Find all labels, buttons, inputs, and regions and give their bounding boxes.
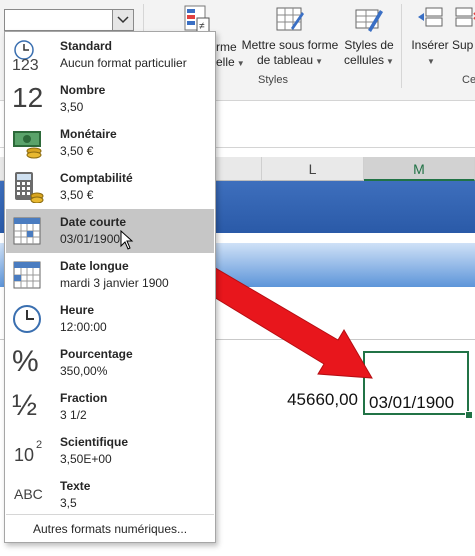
format-example: 3,50 bbox=[60, 100, 84, 114]
format-name: Date longue bbox=[60, 259, 129, 273]
format-example: 3,50 € bbox=[60, 144, 94, 158]
format-option-currency[interactable]: Monétaire 3,50 € bbox=[6, 121, 214, 165]
scientific-icon: 10 2 bbox=[12, 435, 44, 467]
format-example: mardi 3 janvier 1900 bbox=[60, 276, 169, 290]
format-option-fraction[interactable]: ½ Fraction 3 1/2 bbox=[6, 385, 214, 429]
currency-icon bbox=[13, 131, 42, 159]
clock-icon bbox=[13, 305, 41, 333]
dropdown-separator bbox=[6, 514, 214, 515]
format-example: 12:00:00 bbox=[60, 320, 107, 334]
percent-icon: % bbox=[12, 345, 39, 378]
format-example: 03/01/1900 bbox=[60, 232, 121, 246]
format-option-accounting[interactable]: Comptabilité 3,50 € bbox=[6, 165, 214, 209]
format-option-time[interactable]: Heure 12:00:00 bbox=[6, 297, 214, 341]
format-example: 3 1/2 bbox=[60, 408, 87, 422]
fraction-icon: ½ bbox=[12, 389, 38, 422]
format-example: 3,50E+00 bbox=[60, 452, 112, 466]
number-format-dropdown: 123 Standard Aucun format particulier 12… bbox=[4, 31, 216, 543]
format-option-percentage[interactable]: % Pourcentage 350,00% bbox=[6, 341, 214, 385]
format-name: Date courte bbox=[60, 215, 127, 229]
format-option-standard[interactable]: 123 Standard Aucun format particulier bbox=[6, 33, 214, 77]
format-example: 3,5 bbox=[60, 496, 77, 510]
format-name: Pourcentage bbox=[60, 347, 133, 361]
format-option-long-date[interactable]: Date longue mardi 3 janvier 1900 bbox=[6, 253, 214, 297]
format-option-scientific[interactable]: 10 2 Scientifique 3,50E+00 bbox=[6, 429, 214, 473]
format-name: Texte bbox=[60, 479, 91, 493]
format-option-number[interactable]: 12 Nombre 3,50 bbox=[6, 77, 214, 121]
format-example: 350,00% bbox=[60, 364, 108, 378]
icon-glyph: 10 bbox=[14, 445, 35, 465]
number-12-icon: 12 bbox=[12, 82, 44, 113]
format-option-text[interactable]: ABC Texte 3,5 bbox=[6, 473, 214, 517]
text-abc-icon: ABC bbox=[14, 486, 43, 502]
calendar-long-icon bbox=[13, 261, 41, 289]
format-example: 3,50 € bbox=[60, 188, 94, 202]
format-name: Nombre bbox=[60, 83, 106, 97]
icon-glyph: 123 bbox=[12, 57, 39, 74]
icon-glyph: 2 bbox=[36, 439, 43, 451]
format-name: Scientifique bbox=[60, 435, 129, 449]
format-name: Standard bbox=[60, 39, 113, 53]
format-name: Comptabilité bbox=[60, 171, 133, 185]
format-option-short-date[interactable]: Date courte 03/01/1900 bbox=[6, 209, 214, 253]
format-name: Heure bbox=[60, 303, 95, 317]
format-name: Fraction bbox=[60, 391, 108, 405]
calendar-short-icon bbox=[13, 217, 41, 245]
format-name: Monétaire bbox=[60, 127, 117, 141]
format-example: Aucun format particulier bbox=[60, 56, 187, 70]
calculator-icon bbox=[15, 172, 44, 203]
mouse-cursor-icon bbox=[120, 230, 134, 250]
clock-123-icon: 123 bbox=[12, 39, 44, 74]
more-number-formats-link[interactable]: Autres formats numériques... bbox=[6, 518, 214, 540]
